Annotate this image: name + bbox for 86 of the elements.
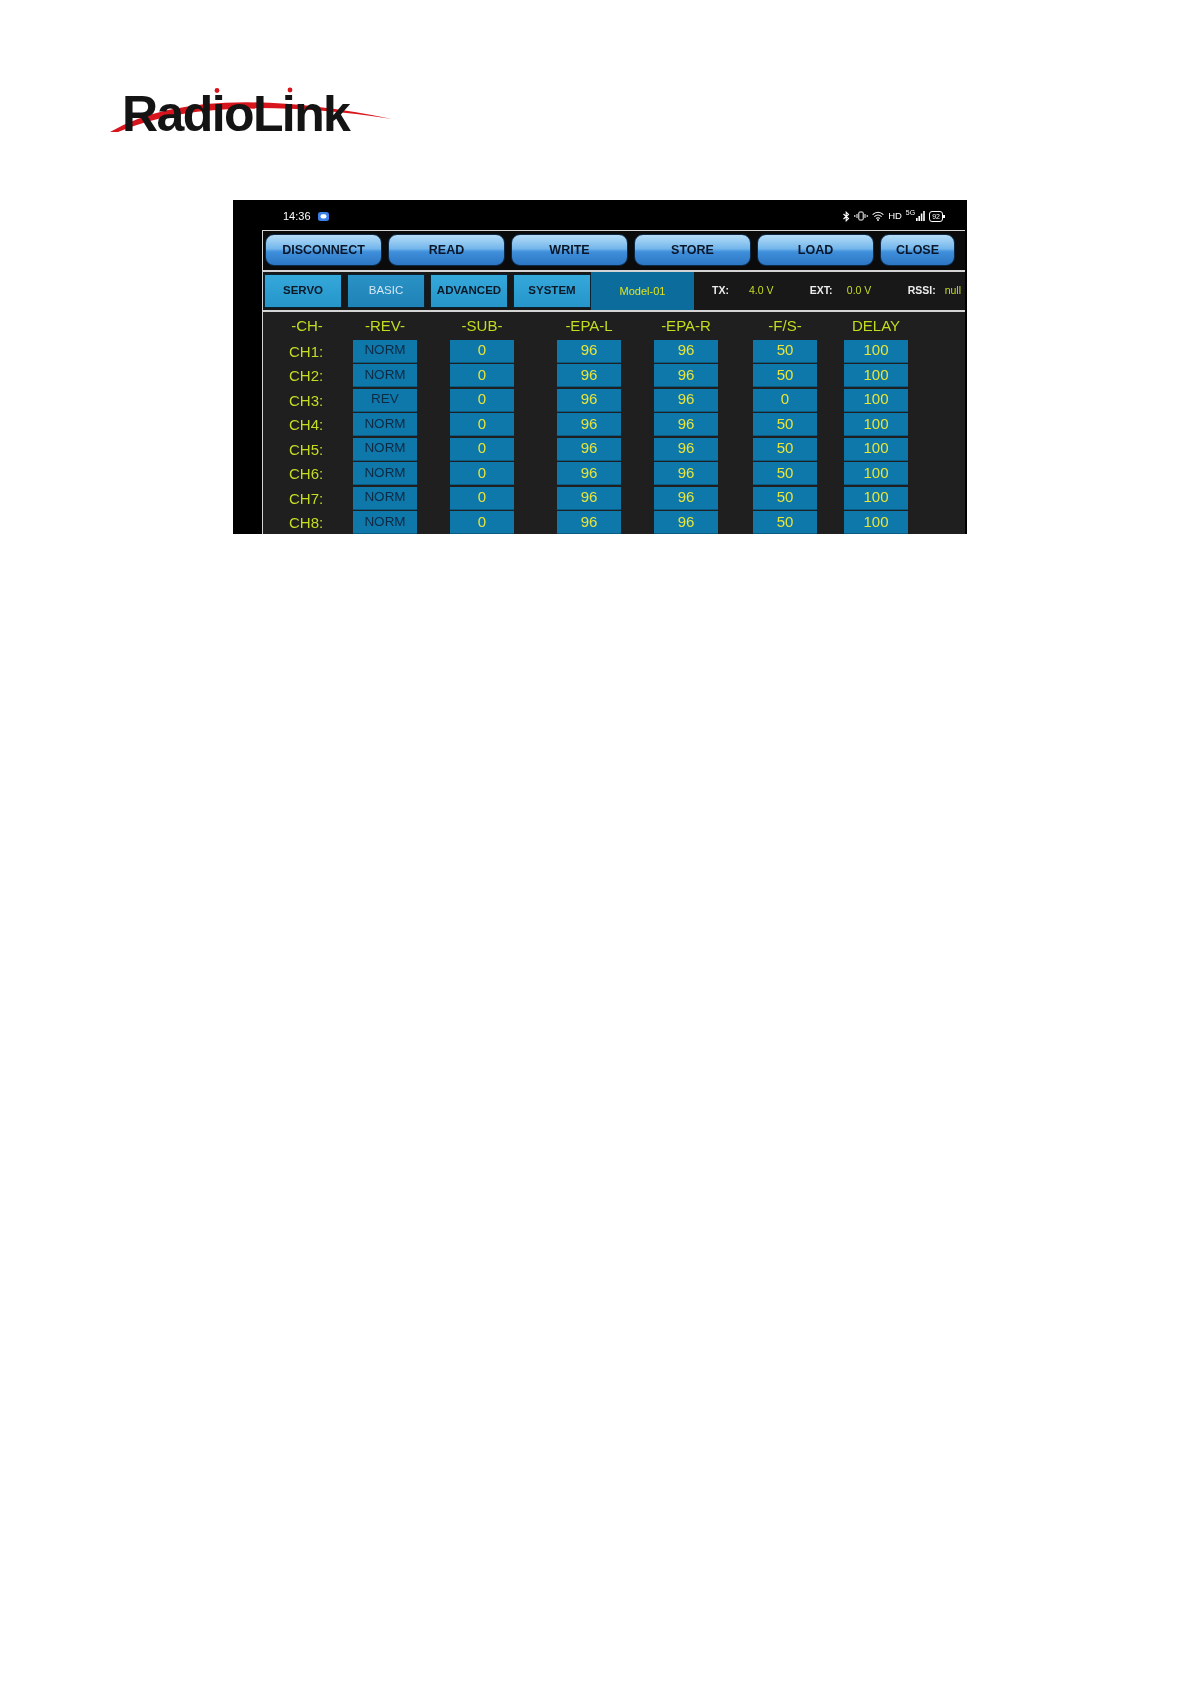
value-cell[interactable]: 96 <box>654 364 718 387</box>
direction-cell[interactable]: NORM <box>353 486 417 510</box>
value-cell[interactable]: 96 <box>557 413 621 436</box>
tab[interactable]: SERVO <box>264 274 342 308</box>
direction-cell[interactable]: REV <box>353 388 417 412</box>
toolbar-button[interactable]: WRITE <box>511 234 628 266</box>
value-cell[interactable]: 96 <box>557 511 621 534</box>
value-cell[interactable]: 0 <box>450 486 514 510</box>
column-header: -REV- <box>365 318 405 333</box>
value-cell[interactable]: 96 <box>654 486 718 510</box>
value-cell[interactable]: 100 <box>844 437 908 461</box>
value-cell[interactable]: 50 <box>753 364 817 387</box>
channel-label: CH2: <box>289 368 324 383</box>
signal-icon <box>916 211 926 221</box>
direction-cell[interactable]: NORM <box>353 364 417 387</box>
wifi-icon <box>872 211 885 221</box>
value-cell[interactable]: 96 <box>557 364 621 387</box>
toolbar-button[interactable]: CLOSE <box>880 234 955 266</box>
vibrate-icon <box>854 211 869 221</box>
channel-label: CH8: <box>289 515 324 530</box>
value-cell[interactable]: 96 <box>557 388 621 412</box>
channel-label: CH5: <box>289 441 324 457</box>
status-time: 14:36 <box>283 210 311 222</box>
value-cell[interactable]: 96 <box>654 437 718 461</box>
reading-label: EXT: <box>809 283 834 299</box>
value-cell[interactable]: 50 <box>753 511 817 534</box>
channel-label: CH6: <box>289 466 324 481</box>
reading-value: 0.0 V <box>846 283 872 299</box>
value-cell[interactable]: 50 <box>753 339 817 363</box>
column-header: DELAY <box>851 318 901 333</box>
tab[interactable]: SYSTEM <box>513 274 591 308</box>
bluetooth-icon <box>843 210 851 222</box>
toolbar-button[interactable]: LOAD <box>757 234 874 266</box>
value-cell[interactable]: 50 <box>753 413 817 436</box>
value-cell[interactable]: 100 <box>844 364 908 387</box>
value-cell[interactable]: 0 <box>753 388 817 412</box>
value-cell[interactable]: 100 <box>844 339 908 363</box>
value-cell[interactable]: 50 <box>753 486 817 510</box>
direction-cell[interactable]: NORM <box>353 339 417 363</box>
value-cell[interactable]: 0 <box>450 462 514 485</box>
value-cell[interactable]: 100 <box>844 486 908 510</box>
value-cell[interactable]: 96 <box>654 462 718 485</box>
value-cell[interactable]: 96 <box>654 339 718 363</box>
reading-label: TX: <box>712 283 730 299</box>
value-cell[interactable]: 0 <box>450 413 514 436</box>
column-header: -CH- <box>291 318 323 333</box>
value-cell[interactable]: 100 <box>844 413 908 436</box>
channel-label: CH1: <box>289 343 324 359</box>
hd-label: HD <box>888 211 902 221</box>
channel-label: CH7: <box>289 490 324 506</box>
toolbar-button[interactable]: STORE <box>634 234 751 266</box>
reading-value: 4.0 V <box>749 283 774 299</box>
model-label: Model-01 <box>591 272 694 310</box>
direction-cell[interactable]: NORM <box>353 437 417 461</box>
value-cell[interactable]: 50 <box>753 437 817 461</box>
value-cell[interactable]: 100 <box>844 388 908 412</box>
direction-cell[interactable]: NORM <box>353 462 417 485</box>
value-cell[interactable]: 0 <box>450 437 514 461</box>
tab[interactable]: ADVANCED <box>430 274 508 308</box>
column-header: -SUB- <box>461 318 503 333</box>
column-header: -EPA-R <box>661 318 711 333</box>
column-header: -F/S- <box>768 318 802 333</box>
value-cell[interactable]: 0 <box>450 388 514 412</box>
value-cell[interactable]: 96 <box>557 462 621 485</box>
message-icon <box>317 211 329 221</box>
value-cell[interactable]: 96 <box>557 339 621 363</box>
value-cell[interactable]: 50 <box>753 462 817 485</box>
direction-cell[interactable]: NORM <box>353 511 417 534</box>
value-cell[interactable]: 96 <box>557 486 621 510</box>
channel-label: CH3: <box>289 392 324 408</box>
reading-label: RSSI: <box>907 283 937 299</box>
reading-value: null <box>944 283 961 299</box>
direction-cell[interactable]: NORM <box>353 413 417 436</box>
value-cell[interactable]: 0 <box>450 339 514 363</box>
toolbar-button[interactable]: READ <box>388 234 505 266</box>
value-cell[interactable]: 96 <box>557 437 621 461</box>
column-header: -EPA-L <box>565 318 613 333</box>
toolbar-button[interactable]: DISCONNECT <box>265 234 382 266</box>
value-cell[interactable]: 0 <box>450 364 514 387</box>
value-cell[interactable]: 100 <box>844 511 908 534</box>
value-cell[interactable]: 0 <box>450 511 514 534</box>
value-cell[interactable]: 96 <box>654 511 718 534</box>
value-cell[interactable]: 96 <box>654 413 718 436</box>
value-cell[interactable]: 96 <box>654 388 718 412</box>
value-cell[interactable]: 100 <box>844 462 908 485</box>
channel-label: CH4: <box>289 417 324 432</box>
